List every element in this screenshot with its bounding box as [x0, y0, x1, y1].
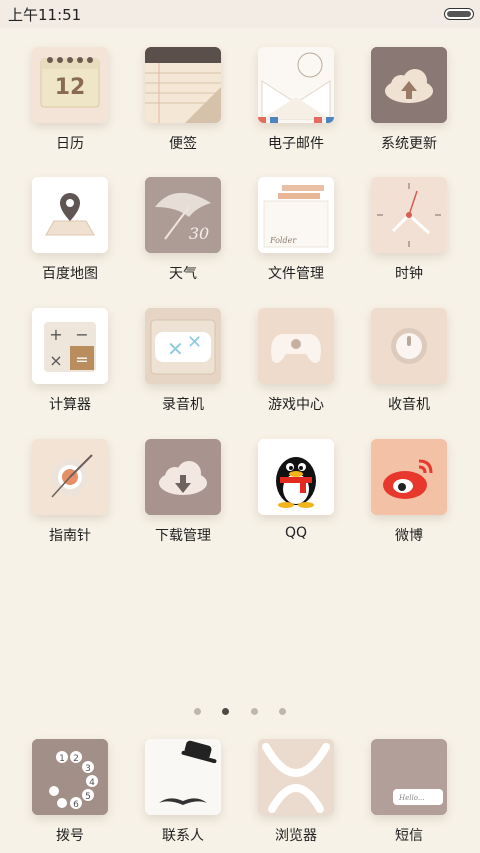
- svg-text:5: 5: [85, 792, 91, 802]
- app-label: QQ: [284, 525, 308, 541]
- app-calculator[interactable]: + − × = 计算器: [14, 308, 126, 428]
- app-compass[interactable]: 指南针: [14, 439, 126, 559]
- page-dot[interactable]: [194, 708, 202, 715]
- svg-text:✕: ✕: [187, 332, 202, 353]
- notes-icon: [145, 47, 221, 123]
- page-dot[interactable]: [278, 708, 286, 715]
- app-label: 计算器: [49, 397, 91, 413]
- rotary-dial-icon: 1 2 3 4 5 6: [32, 739, 108, 815]
- svg-text:✕: ✕: [167, 337, 184, 361]
- weather-temp: 30: [189, 224, 209, 243]
- app-label: 联系人: [162, 828, 204, 844]
- page-dot[interactable]: [250, 708, 258, 715]
- app-label: 短信: [395, 828, 423, 844]
- svg-text:2: 2: [73, 754, 79, 764]
- app-label: 系统更新: [381, 136, 437, 152]
- app-label: 录音机: [162, 397, 204, 413]
- app-file-manager[interactable]: Folder 文件管理: [240, 177, 352, 297]
- app-baidu-map[interactable]: 百度地图: [14, 177, 126, 297]
- radio-knob-icon: [371, 308, 447, 384]
- svg-text:1: 1: [59, 754, 65, 764]
- app-label: 天气: [169, 266, 197, 282]
- calendar-day: 12: [55, 75, 86, 100]
- calendar-icon: 12: [32, 47, 108, 123]
- cassette-icon: ✕ ✕: [145, 308, 221, 384]
- app-label: 日历: [56, 136, 84, 152]
- svg-text:=: =: [75, 350, 88, 369]
- page-dot-active[interactable]: [222, 708, 230, 715]
- cloud-upload-icon: [371, 47, 447, 123]
- battery-icon: [444, 8, 474, 20]
- svg-text:3: 3: [85, 764, 91, 774]
- app-label: 收音机: [388, 397, 430, 413]
- compass-icon: [32, 439, 108, 515]
- svg-text:−: −: [75, 325, 88, 344]
- dock-app-contacts[interactable]: 联系人: [127, 739, 239, 853]
- app-system-update[interactable]: 系统更新: [353, 47, 465, 167]
- app-label: 微博: [395, 528, 423, 544]
- svg-text:6: 6: [73, 800, 79, 810]
- app-radio[interactable]: 收音机: [353, 308, 465, 428]
- app-game-center[interactable]: 游戏中心: [240, 308, 352, 428]
- dock-app-browser[interactable]: 浏览器: [240, 739, 352, 853]
- app-label: 便签: [169, 136, 197, 152]
- umbrella-icon: 30: [145, 177, 221, 253]
- app-weibo[interactable]: 微博: [353, 439, 465, 559]
- dock-app-dialer[interactable]: 1 2 3 4 5 6 拨号: [14, 739, 126, 853]
- app-label: 拨号: [56, 828, 84, 844]
- dock-app-messages[interactable]: Hello... 短信: [353, 739, 465, 853]
- svg-text:4: 4: [89, 778, 95, 788]
- message-icon: Hello...: [371, 739, 447, 815]
- gamepad-icon: [258, 308, 334, 384]
- page-indicator: [0, 700, 480, 715]
- penguin-icon: [258, 439, 334, 515]
- app-label: 电子邮件: [268, 136, 324, 152]
- calculator-icon: + − × =: [32, 308, 108, 384]
- app-label: 百度地图: [42, 266, 98, 282]
- app-recorder[interactable]: ✕ ✕ 录音机: [127, 308, 239, 428]
- clock-icon: [371, 177, 447, 253]
- hat-mustache-icon: [145, 739, 221, 815]
- message-bubble-text: Hello...: [398, 794, 425, 802]
- app-label: 文件管理: [268, 266, 324, 282]
- app-label: 指南针: [49, 528, 91, 544]
- folder-text: Folder: [269, 236, 297, 245]
- svg-text:+: +: [49, 325, 62, 344]
- app-calendar[interactable]: 12 日历: [14, 47, 126, 167]
- app-label: 浏览器: [275, 828, 317, 844]
- app-clock[interactable]: 时钟: [353, 177, 465, 297]
- browser-icon: [258, 739, 334, 815]
- envelope-icon: [258, 47, 334, 123]
- app-label: 下载管理: [155, 528, 211, 544]
- app-label: 游戏中心: [268, 397, 324, 413]
- status-time: 上午11:51: [8, 6, 82, 24]
- weibo-icon: [371, 439, 447, 515]
- app-weather[interactable]: 30 天气: [127, 177, 239, 297]
- svg-text:×: ×: [49, 351, 62, 370]
- folder-icon: Folder: [258, 177, 334, 253]
- map-pin-icon: [32, 177, 108, 253]
- app-email[interactable]: 电子邮件: [240, 47, 352, 167]
- app-label: 时钟: [395, 266, 423, 282]
- app-qq[interactable]: QQ: [240, 439, 352, 559]
- cloud-download-icon: [145, 439, 221, 515]
- app-download-manager[interactable]: 下载管理: [127, 439, 239, 559]
- status-bar: 上午11:51: [0, 0, 480, 28]
- app-notes[interactable]: 便签: [127, 47, 239, 167]
